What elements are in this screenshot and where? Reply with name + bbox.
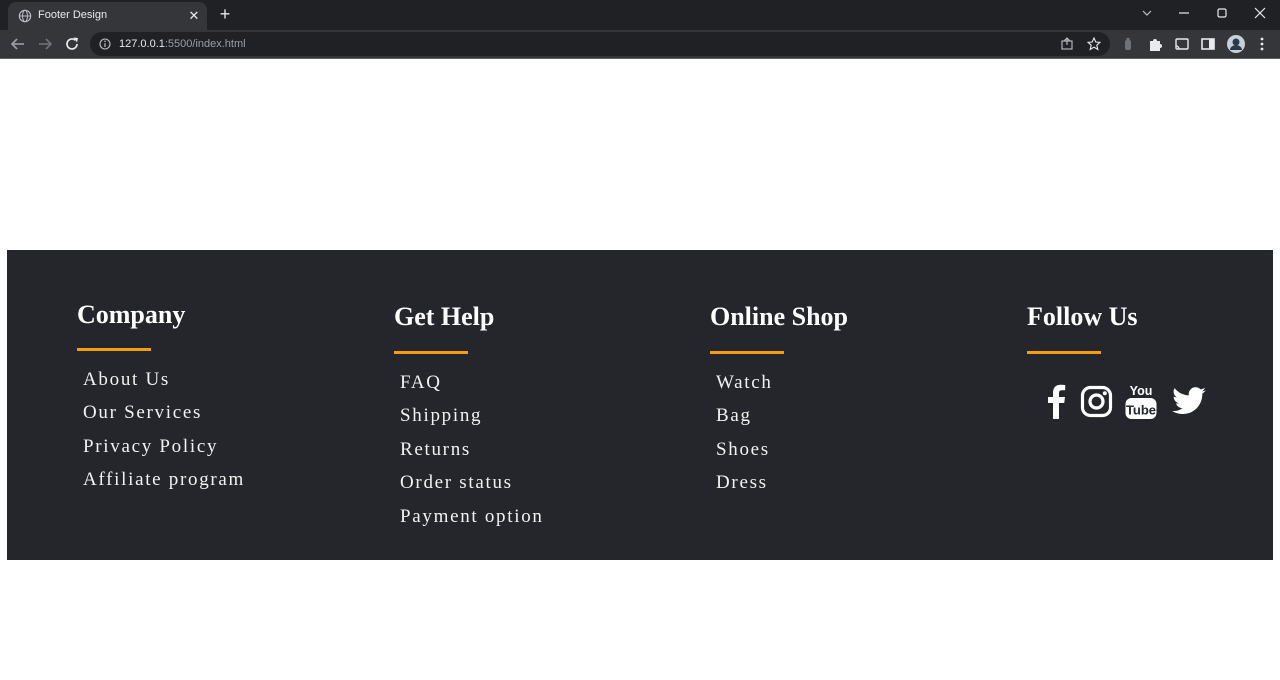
- link-list: About Us Our Services Privacy Policy Aff…: [83, 369, 245, 503]
- heading-underline: [710, 351, 784, 354]
- minimize-icon[interactable]: [1173, 4, 1195, 22]
- address-bar[interactable]: 127.0.0.1:5500/index.html: [90, 32, 1110, 56]
- facebook-icon[interactable]: [1046, 383, 1066, 419]
- close-tab-icon[interactable]: ✕: [186, 8, 202, 24]
- footer-link-dress[interactable]: Dress: [716, 472, 773, 505]
- restore-icon[interactable]: [1211, 4, 1233, 22]
- footer-link-returns[interactable]: Returns: [400, 439, 544, 472]
- social-links: You Tube: [1024, 383, 1214, 423]
- footer-link-affiliate-program[interactable]: Affiliate program: [83, 469, 245, 502]
- extension-bottle-icon[interactable]: [1119, 35, 1137, 53]
- twitter-icon[interactable]: [1172, 387, 1206, 415]
- column-heading: Online Shop: [710, 302, 849, 331]
- footer-link-our-services[interactable]: Our Services: [83, 402, 245, 435]
- column-heading: Company: [77, 300, 186, 329]
- site-info-icon[interactable]: [99, 38, 111, 50]
- footer-link-about-us[interactable]: About Us: [83, 369, 245, 402]
- heading-underline: [394, 351, 468, 354]
- footer-link-bag[interactable]: Bag: [716, 405, 773, 438]
- menu-kebab-icon[interactable]: [1253, 35, 1271, 53]
- svg-text:You: You: [1130, 384, 1153, 398]
- instagram-icon[interactable]: [1080, 385, 1113, 418]
- footer-link-privacy-policy[interactable]: Privacy Policy: [83, 436, 245, 469]
- heading-underline: [1027, 351, 1101, 354]
- extensions-puzzle-icon[interactable]: [1146, 35, 1164, 53]
- reload-icon[interactable]: [63, 35, 81, 53]
- footer-link-payment-option[interactable]: Payment option: [400, 506, 544, 539]
- close-window-icon[interactable]: [1249, 4, 1271, 22]
- browser-toolbar: 127.0.0.1:5500/index.html: [0, 30, 1280, 58]
- footer-link-faq[interactable]: FAQ: [400, 372, 544, 405]
- side-panel-icon[interactable]: [1199, 35, 1217, 53]
- footer-link-order-status[interactable]: Order status: [400, 472, 544, 505]
- profile-avatar[interactable]: [1226, 34, 1246, 54]
- footer-link-shipping[interactable]: Shipping: [400, 405, 544, 438]
- toolbar-divider: [0, 58, 1280, 59]
- link-list: Watch Bag Shoes Dress: [716, 372, 773, 506]
- new-tab-icon[interactable]: +: [216, 5, 234, 23]
- column-heading: Get Help: [394, 302, 495, 331]
- globe-icon: [18, 9, 32, 23]
- heading-underline: [77, 348, 151, 351]
- forward-icon[interactable]: [36, 35, 54, 53]
- url-host: 127.0.0.1: [119, 38, 165, 50]
- browser-title-bar: Footer Design ✕ +: [0, 0, 1280, 30]
- svg-text:Tube: Tube: [1126, 403, 1156, 418]
- cast-icon[interactable]: [1173, 35, 1191, 53]
- site-footer: Company About Us Our Services Privacy Po…: [7, 250, 1273, 560]
- share-icon[interactable]: [1060, 37, 1074, 51]
- footer-link-shoes[interactable]: Shoes: [716, 439, 773, 472]
- tab-title: Footer Design: [38, 9, 108, 21]
- link-list: FAQ Shipping Returns Order status Paymen…: [400, 372, 544, 539]
- back-icon[interactable]: [9, 35, 27, 53]
- column-heading: Follow Us: [1027, 302, 1138, 331]
- tab-search-icon[interactable]: [1136, 4, 1158, 22]
- youtube-icon[interactable]: You Tube: [1125, 382, 1157, 420]
- bookmark-star-icon[interactable]: [1087, 37, 1101, 51]
- url-path: :5500/index.html: [164, 38, 246, 50]
- browser-tab[interactable]: Footer Design ✕: [8, 2, 207, 30]
- footer-link-watch[interactable]: Watch: [716, 372, 773, 405]
- url-text[interactable]: 127.0.0.1:5500/index.html: [119, 38, 246, 50]
